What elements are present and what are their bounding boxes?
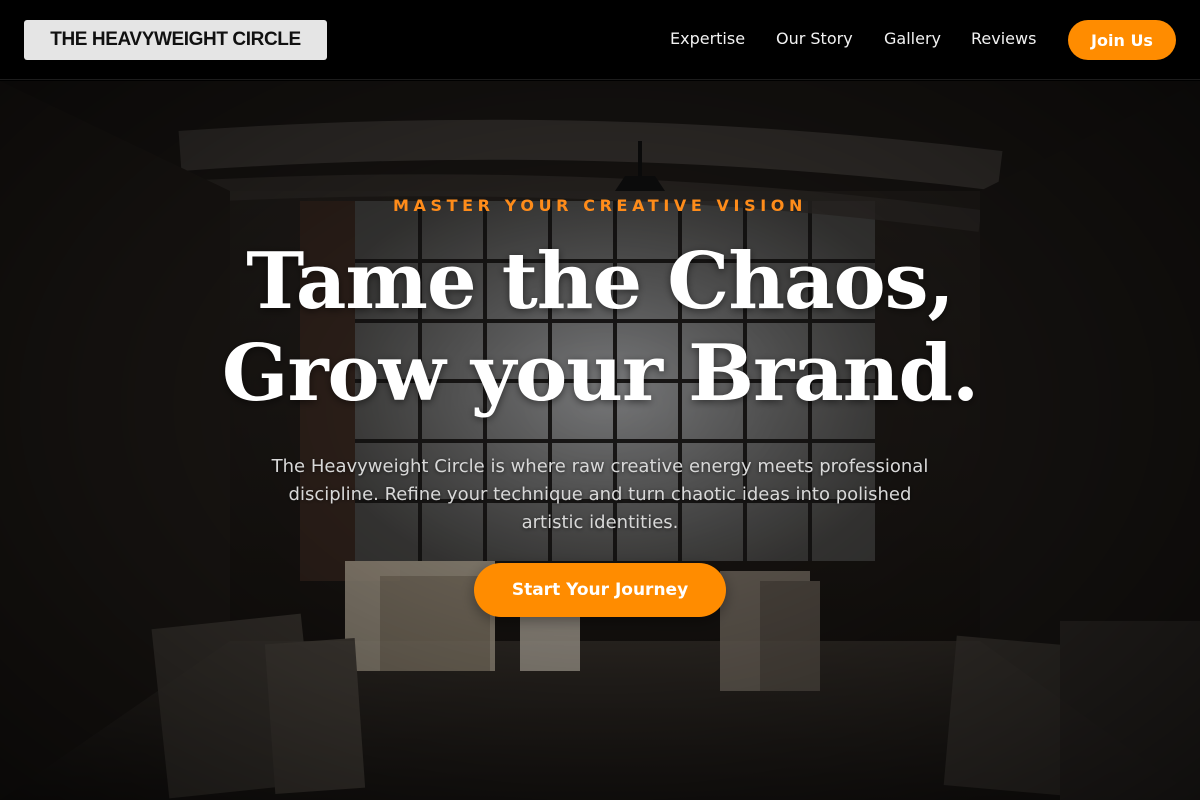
hero-headline-line-2: Grow your Brand.	[221, 328, 979, 419]
hero-headline: Tame the Chaos, Grow your Brand.	[0, 236, 1200, 420]
hero-section: MASTER YOUR CREATIVE VISION Tame the Cha…	[0, 81, 1200, 800]
nav-link-expertise[interactable]: Expertise	[670, 29, 745, 48]
hero-headline-line-1: Tame the Chaos,	[246, 236, 954, 327]
hero-subtext: The Heavyweight Circle is where raw crea…	[271, 456, 929, 533]
nav-link-our-story[interactable]: Our Story	[776, 29, 853, 48]
nav-link-gallery[interactable]: Gallery	[884, 29, 941, 48]
hero-dark-overlay	[0, 81, 1200, 800]
start-journey-button[interactable]: Start Your Journey	[474, 563, 726, 617]
site-logo[interactable]: THE HEAVYWEIGHT CIRCLE	[24, 20, 327, 60]
join-us-button[interactable]: Join Us	[1068, 20, 1176, 60]
hero-eyebrow: MASTER YOUR CREATIVE VISION	[393, 196, 807, 215]
top-navbar: THE HEAVYWEIGHT CIRCLE Expertise Our Sto…	[0, 0, 1200, 80]
nav-link-reviews[interactable]: Reviews	[971, 29, 1036, 48]
